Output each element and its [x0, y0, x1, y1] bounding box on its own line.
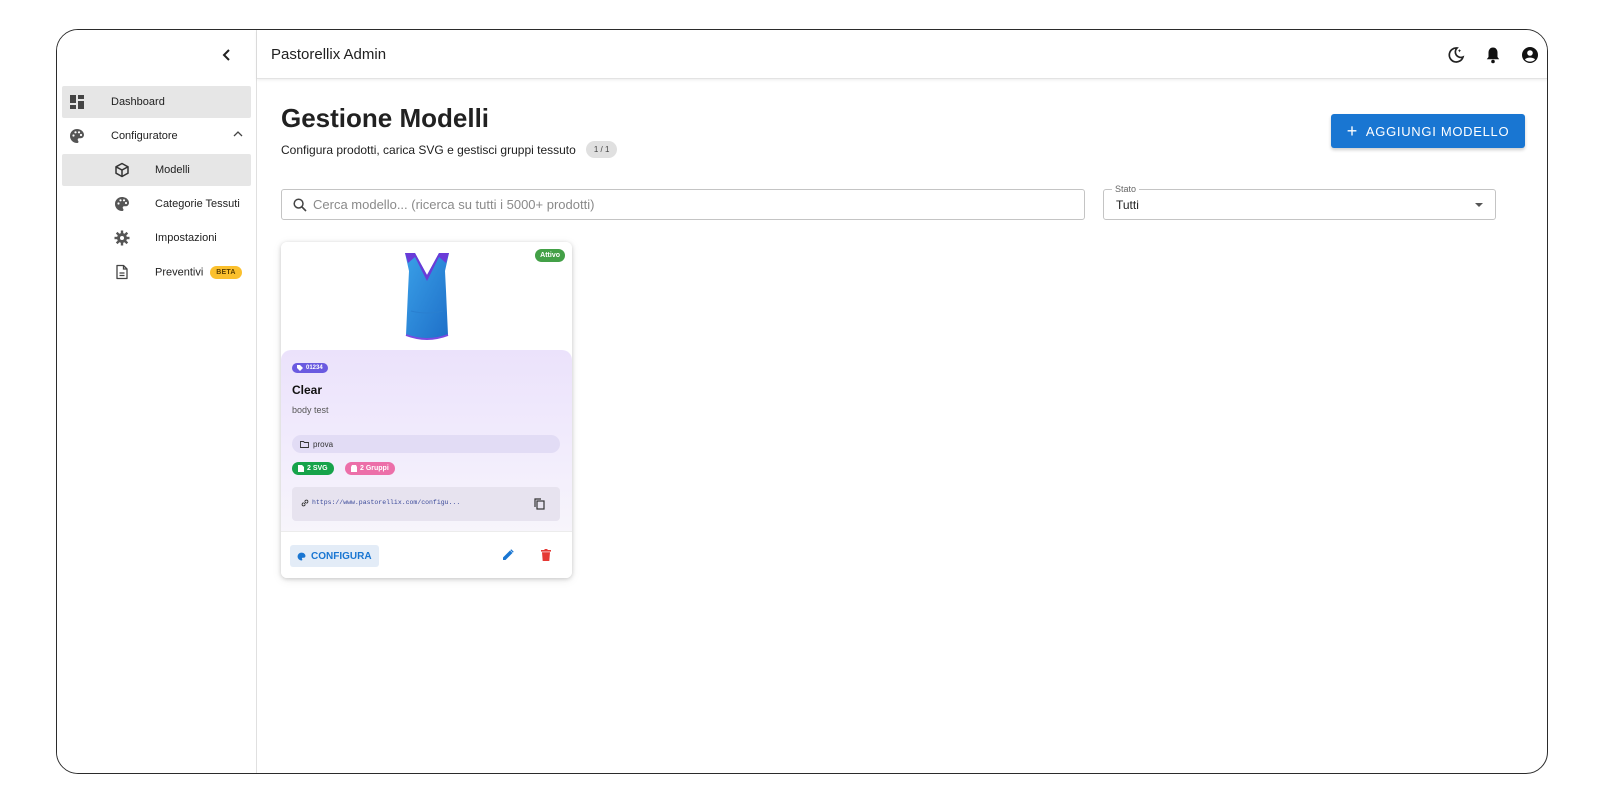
garment-image: [405, 253, 449, 340]
search-field: [281, 189, 1085, 220]
sidebar-nav: Dashboard Configuratore Modelli Categori…: [57, 86, 257, 290]
delete-icon[interactable]: [541, 549, 551, 561]
sidebar-item-modelli[interactable]: Modelli: [62, 154, 251, 186]
add-model-button[interactable]: + AGGIUNGI MODELLO: [1331, 114, 1525, 148]
sidebar-item-impostazioni[interactable]: Impostazioni: [62, 222, 251, 254]
add-model-label: AGGIUNGI MODELLO: [1365, 123, 1510, 139]
sidebar-item-label: Configuratore: [111, 130, 178, 142]
palette-icon: [70, 129, 85, 143]
model-description: body test: [292, 405, 329, 415]
folder-icon: [300, 440, 309, 448]
palette-icon: [115, 197, 130, 211]
configurator-url: https://www.pastorellix.com/configu...: [312, 499, 461, 506]
groups-count-chip: 2 Gruppi: [345, 462, 395, 475]
theme-toggle-button[interactable]: [1445, 44, 1467, 66]
svg-count: 2 SVG: [307, 465, 328, 472]
svg-count-chip: 2 SVG: [292, 462, 334, 475]
bell-icon: [1486, 47, 1500, 64]
status-filter-select[interactable]: Stato Tutti: [1103, 184, 1496, 220]
category-name: prova: [313, 439, 334, 449]
beta-badge: BETA: [210, 265, 242, 279]
sidebar-item-label: Preventivi BETA: [155, 265, 242, 279]
main-content: Gestione Modelli Configura prodotti, car…: [257, 79, 1547, 773]
search-icon: [293, 197, 307, 212]
sidebar-item-label: Impostazioni: [155, 232, 217, 244]
palette-icon: [297, 552, 306, 560]
chevron-up-icon: [233, 131, 243, 137]
category-chip: prova: [292, 435, 560, 453]
model-card: Attivo 01234 Clear body test prova 2 SVG: [281, 242, 572, 578]
sidebar-item-categorie-tessuti[interactable]: Categorie Tessuti: [62, 188, 251, 220]
dashboard-icon: [70, 95, 84, 109]
app-title: Pastorellix Admin: [271, 46, 387, 63]
gear-icon: [114, 230, 130, 246]
model-card-body: 01234 Clear body test prova 2 SVG 2 Grup…: [281, 350, 572, 531]
page-subtitle: Configura prodotti, carica SVG e gestisc…: [281, 141, 618, 158]
sidebar-item-label: Modelli: [155, 164, 190, 176]
edit-icon[interactable]: [502, 549, 514, 561]
search-input[interactable]: [313, 197, 1053, 212]
file-icon: [298, 465, 304, 472]
configure-button[interactable]: CONFIGURA: [290, 545, 379, 567]
collapse-sidebar-button[interactable]: [215, 43, 239, 67]
sidebar-item-label: Dashboard: [111, 96, 165, 108]
model-name: Clear: [292, 383, 323, 397]
cube-icon: [115, 162, 129, 178]
status-filter-value: Tutti: [1116, 198, 1139, 212]
sidebar: Dashboard Configuratore Modelli Categori…: [57, 30, 257, 773]
sidebar-item-preventivi[interactable]: Preventivi BETA: [62, 256, 251, 288]
chevron-left-icon: [222, 49, 230, 61]
groups-count: 2 Gruppi: [360, 465, 389, 472]
plus-icon: +: [1346, 121, 1358, 141]
sidebar-item-label: Categorie Tessuti: [155, 198, 240, 210]
copy-icon[interactable]: [534, 498, 545, 510]
moon-icon: [1448, 47, 1465, 63]
document-icon: [116, 264, 128, 280]
configurator-url-box: https://www.pastorellix.com/configu...: [292, 487, 560, 521]
app-window: Dashboard Configuratore Modelli Categori…: [56, 29, 1548, 774]
fabric-icon: [351, 465, 357, 472]
model-card-actions: CONFIGURA: [281, 531, 572, 578]
result-count-chip: 1 / 1: [585, 141, 618, 158]
sidebar-item-configuratore[interactable]: Configuratore: [62, 120, 251, 152]
link-icon: [301, 499, 309, 507]
top-bar-actions: [1445, 44, 1541, 66]
sidebar-item-preventivi-text: Preventivi: [155, 265, 204, 278]
dropdown-arrow-icon: [1475, 203, 1483, 207]
status-filter-label: Stato: [1112, 184, 1140, 194]
notifications-button[interactable]: [1482, 44, 1504, 66]
sidebar-item-dashboard[interactable]: Dashboard: [62, 86, 251, 118]
page-subtitle-text: Configura prodotti, carica SVG e gestisc…: [281, 142, 576, 157]
model-image: Attivo: [281, 242, 572, 350]
model-code: 01234: [306, 365, 323, 371]
account-button[interactable]: [1519, 44, 1541, 66]
top-bar: Pastorellix Admin: [257, 30, 1547, 79]
configure-label: CONFIGURA: [311, 550, 372, 562]
status-badge: Attivo: [535, 249, 565, 262]
account-circle-icon: [1522, 47, 1538, 63]
model-code-chip: 01234: [292, 363, 328, 373]
tag-icon: [297, 365, 303, 371]
page-title: Gestione Modelli: [281, 103, 490, 133]
